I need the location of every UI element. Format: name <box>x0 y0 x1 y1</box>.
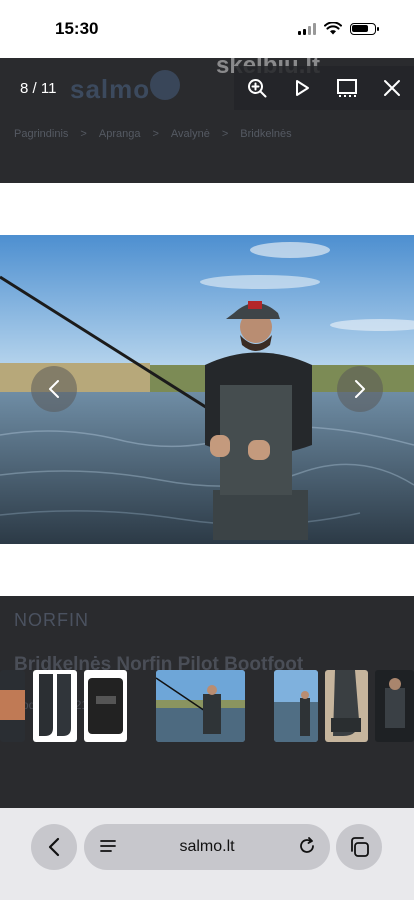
chevron-left-icon <box>49 380 59 398</box>
breadcrumb-home[interactable]: Pagrindinis <box>14 128 68 140</box>
next-image-button[interactable] <box>337 366 383 412</box>
thumbnail-strip <box>0 670 414 742</box>
play-slideshow-icon[interactable] <box>289 75 315 101</box>
tabs-icon <box>351 837 369 857</box>
thumbnail-3[interactable] <box>84 670 127 742</box>
thumbnail-2[interactable] <box>33 670 77 742</box>
chevron-left-icon <box>48 837 60 857</box>
battery-icon <box>350 22 379 35</box>
status-time: 15:30 <box>55 19 99 38</box>
wifi-icon <box>324 22 342 35</box>
thumbnail-5[interactable] <box>274 670 318 742</box>
address-bar[interactable]: salmo.lt <box>84 824 330 870</box>
back-button[interactable] <box>31 824 77 870</box>
thumbnail-7[interactable] <box>375 670 414 742</box>
thumbnail-4-active[interactable] <box>156 670 245 742</box>
tabs-button[interactable] <box>336 824 382 870</box>
breadcrumb-waders[interactable]: Bridkelnės <box>240 128 291 140</box>
breadcrumb-sep: > <box>152 128 159 140</box>
status-bar: 15:30 <box>0 0 414 58</box>
thumbnail-6[interactable] <box>325 670 368 742</box>
address-url: salmo.lt <box>179 838 235 855</box>
breadcrumb: Pagrindinis > Apranga > Avalynė > Bridke… <box>14 128 292 140</box>
breadcrumb-clothing[interactable]: Apranga <box>99 128 141 140</box>
reload-icon[interactable] <box>298 837 316 855</box>
chevron-right-icon <box>355 380 365 398</box>
thumbnail-1[interactable] <box>0 670 25 742</box>
status-icons <box>298 22 379 35</box>
image-counter: 8 / 11 <box>20 80 57 97</box>
gallery-toolbar: 8 / 11 skelbiu.lt <box>0 58 414 120</box>
browser-toolbar: salmo.lt <box>0 808 414 900</box>
breadcrumb-sep: > <box>80 128 87 140</box>
image-padding-bottom <box>0 544 414 596</box>
previous-image-button[interactable] <box>31 366 77 412</box>
breadcrumb-footwear[interactable]: Avalynė <box>171 128 210 140</box>
close-icon[interactable] <box>379 75 405 101</box>
zoom-in-icon[interactable] <box>244 75 270 101</box>
gallery-tools <box>234 66 414 110</box>
image-padding-top <box>0 183 414 235</box>
breadcrumb-sep: > <box>221 128 229 140</box>
cellular-signal-icon <box>298 22 316 35</box>
thumbnails-toggle-icon[interactable] <box>334 75 360 101</box>
brand-logo: NORFIN <box>14 610 89 630</box>
